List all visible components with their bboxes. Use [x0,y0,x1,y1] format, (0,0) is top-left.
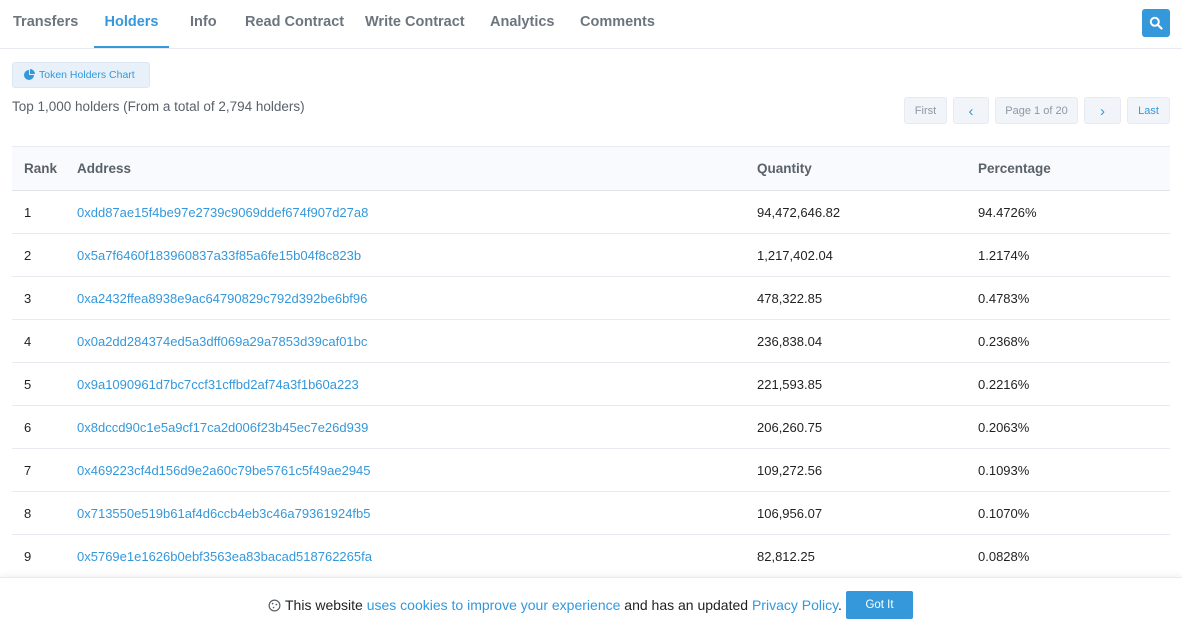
holder-address-link[interactable]: 0x469223cf4d156d9e2a60c79be5761c5f49ae29… [77,463,371,478]
table-row: 8 0x713550e519b61af4d6ccb4eb3c46a7936192… [12,491,1170,535]
tab-read-contract[interactable]: Read Contract [245,0,344,46]
header-address: Address [77,146,757,191]
row-percentage: 0.2063% [978,405,1170,449]
tab-write-contract[interactable]: Write Contract [365,0,465,46]
got-it-button[interactable]: Got It [846,591,913,619]
cookie-text-before: This website [285,597,363,613]
header-rank: Rank [12,146,77,191]
holder-address-link[interactable]: 0x713550e519b61af4d6ccb4eb3c46a79361924f… [77,506,371,521]
row-percentage: 0.4783% [978,276,1170,320]
tabs-bar: Transfers Holders Info Read Contract Wri… [0,0,1182,49]
table-row: 4 0x0a2dd284374ed5a3dff069a29a7853d39caf… [12,319,1170,363]
cookie-text-middle: and has an updated [624,597,749,613]
holder-address-link[interactable]: 0x9a1090961d7bc7ccf31cffbd2af74a3f1b60a2… [77,377,359,392]
search-button[interactable] [1142,9,1170,37]
holder-address-link[interactable]: 0x0a2dd284374ed5a3dff069a29a7853d39caf01… [77,334,367,349]
holders-table: Rank Address Quantity Percentage 1 0xdd8… [12,146,1170,578]
chart-button-label: Token Holders Chart [39,69,135,81]
row-percentage: 0.2368% [978,319,1170,363]
holder-address-link[interactable]: 0xdd87ae15f4be97e2739c9069ddef674f907d27… [77,205,368,220]
row-quantity: 106,956.07 [757,491,978,535]
holder-address-link[interactable]: 0x8dccd90c1e5a9cf17ca2d006f23b45ec7e26d9… [77,420,368,435]
pagination-first[interactable]: First [904,97,947,124]
row-percentage: 0.2216% [978,362,1170,406]
row-quantity: 82,812.25 [757,534,978,578]
table-header-row: Rank Address Quantity Percentage [12,146,1170,191]
row-rank: 7 [12,448,77,492]
tab-info[interactable]: Info [190,0,217,46]
row-rank: 4 [12,319,77,363]
pagination-page-indicator: Page 1 of 20 [995,97,1078,124]
row-quantity: 221,593.85 [757,362,978,406]
row-quantity: 109,272.56 [757,448,978,492]
row-rank: 8 [12,491,77,535]
cookie-text-end: . [838,597,842,613]
table-row: 7 0x469223cf4d156d9e2a60c79be5761c5f49ae… [12,448,1170,492]
cookie-message: This website uses cookies to improve you… [268,597,842,613]
table-row: 1 0xdd87ae15f4be97e2739c9069ddef674f907d… [12,190,1170,234]
row-quantity: 206,260.75 [757,405,978,449]
row-percentage: 94.4726% [978,190,1170,234]
table-row: 3 0xa2432ffea8938e9ac64790829c792d392be6… [12,276,1170,320]
row-rank: 1 [12,190,77,234]
tab-transfers[interactable]: Transfers [13,0,78,46]
table-row: 5 0x9a1090961d7bc7ccf31cffbd2af74a3f1b60… [12,362,1170,406]
row-percentage: 0.0828% [978,534,1170,578]
token-holders-chart-button[interactable]: Token Holders Chart [12,62,150,88]
cookie-consent-bar: This website uses cookies to improve you… [0,577,1182,621]
tab-comments[interactable]: Comments [580,0,655,46]
pagination-prev[interactable]: ‹ [953,97,989,124]
row-quantity: 478,322.85 [757,276,978,320]
row-quantity: 94,472,646.82 [757,190,978,234]
tab-analytics[interactable]: Analytics [490,0,554,46]
holder-address-link[interactable]: 0xa2432ffea8938e9ac64790829c792d392be6bf… [77,291,367,306]
row-rank: 3 [12,276,77,320]
header-percentage: Percentage [978,146,1170,191]
holder-address-link[interactable]: 0x5769e1e1626b0ebf3563ea83bacad518762265… [77,549,372,564]
pie-chart-icon [24,69,35,80]
row-percentage: 0.1070% [978,491,1170,535]
pagination-next[interactable]: › [1084,97,1121,124]
tab-holders[interactable]: Holders [94,0,169,48]
holders-summary: Top 1,000 holders (From a total of 2,794… [12,99,305,114]
row-rank: 9 [12,534,77,578]
table-row: 9 0x5769e1e1626b0ebf3563ea83bacad5187622… [12,534,1170,578]
holder-address-link[interactable]: 0x5a7f6460f183960837a33f85a6fe15b04f8c82… [77,248,361,263]
row-quantity: 1,217,402.04 [757,233,978,277]
header-quantity: Quantity [757,146,978,191]
row-rank: 6 [12,405,77,449]
table-row: 6 0x8dccd90c1e5a9cf17ca2d006f23b45ec7e26… [12,405,1170,449]
search-icon [1149,16,1163,30]
row-rank: 5 [12,362,77,406]
row-quantity: 236,838.04 [757,319,978,363]
row-percentage: 1.2174% [978,233,1170,277]
cookie-icon [268,599,281,612]
table-row: 2 0x5a7f6460f183960837a33f85a6fe15b04f8c… [12,233,1170,277]
pagination-last[interactable]: Last [1127,97,1170,124]
row-rank: 2 [12,233,77,277]
cookie-policy-link[interactable]: uses cookies to improve your experience [367,597,621,613]
privacy-policy-link[interactable]: Privacy Policy [752,597,838,613]
row-percentage: 0.1093% [978,448,1170,492]
